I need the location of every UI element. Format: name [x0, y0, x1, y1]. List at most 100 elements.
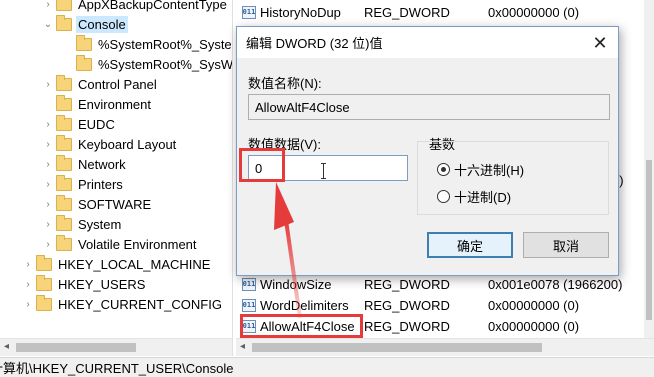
- tree-item-printers[interactable]: › Printers: [42, 174, 125, 194]
- tree-item-label: SOFTWARE: [78, 196, 152, 212]
- folder-icon: [56, 214, 72, 231]
- tree-item-hkey-users[interactable]: › HKEY_USERS: [22, 274, 147, 294]
- folder-icon: [56, 134, 72, 151]
- tree-item-label: Console: [76, 15, 128, 33]
- tree-item-label: Network: [78, 156, 126, 172]
- reg-binary-icon: 011: [242, 277, 256, 291]
- chevron-right-icon[interactable]: ›: [42, 74, 54, 94]
- folder-icon: [76, 54, 92, 71]
- scrollbar-thumb[interactable]: [252, 343, 542, 352]
- folder-icon: [76, 34, 92, 51]
- scroll-left-icon[interactable]: ◂: [240, 341, 245, 352]
- radio-selected-icon[interactable]: [437, 163, 450, 176]
- value-name: HistoryNoDup: [260, 4, 341, 20]
- tree-item-label: HKEY_USERS: [58, 276, 146, 292]
- value-name: WindowSize: [260, 276, 332, 292]
- chevron-right-icon[interactable]: ›: [42, 214, 54, 234]
- tree-item-label: HKEY_CURRENT_CONFIG: [58, 296, 222, 312]
- value-name-label: 数值名称(N):: [248, 76, 322, 91]
- tree-item-volatile-environment[interactable]: › Volatile Environment: [42, 234, 199, 254]
- chevron-right-icon[interactable]: ›: [42, 114, 54, 134]
- value-data: 0x00000000 (0): [488, 297, 580, 313]
- value-name: WordDelimiters: [260, 297, 349, 313]
- tree-item-label: EUDC: [78, 116, 115, 132]
- folder-icon: [56, 194, 72, 211]
- list-horizontal-scrollbar[interactable]: ◂: [236, 338, 654, 356]
- tree-item-label: HKEY_LOCAL_MACHINE: [58, 256, 211, 272]
- cancel-button[interactable]: 取消: [523, 232, 609, 258]
- chevron-down-icon[interactable]: ⌄: [42, 14, 54, 34]
- tree-item-label: %SystemRoot%_System: [98, 36, 232, 52]
- scrollbar-thumb[interactable]: [16, 343, 136, 352]
- radio-unselected-icon[interactable]: [437, 190, 450, 203]
- tree-horizontal-scrollbar[interactable]: ◂: [0, 338, 232, 356]
- tree-item-console[interactable]: ⌄ Console: [42, 14, 128, 34]
- tree-item-system[interactable]: › System: [42, 214, 123, 234]
- chevron-right-icon[interactable]: ›: [42, 174, 54, 194]
- value-row-windowsize[interactable]: 011 WindowSize REG_DWORD 0x001e0078 (1966…: [236, 274, 646, 294]
- chevron-right-icon[interactable]: ›: [42, 194, 54, 214]
- pane-splitter[interactable]: [232, 0, 233, 356]
- value-type: REG_DWORD: [364, 4, 450, 20]
- registry-tree: › AppXBackupContentType ⌄ Console %Syste…: [0, 0, 232, 338]
- folder-icon: [56, 154, 72, 171]
- status-path: 计算机\HKEY_CURRENT_USER\Console: [0, 361, 234, 376]
- tree-item-environment[interactable]: Environment: [42, 94, 153, 114]
- reg-binary-icon: 011: [242, 5, 256, 19]
- tree-item-label: AppXBackupContentType: [78, 0, 227, 12]
- value-name-text: AllowAltF4Close: [255, 99, 350, 115]
- folder-icon: [56, 74, 72, 91]
- folder-icon: [36, 274, 52, 291]
- highlight-value-data: [239, 148, 285, 182]
- tree-item-network[interactable]: › Network: [42, 154, 128, 174]
- tree-item-eudc[interactable]: › EUDC: [42, 114, 117, 134]
- list-vertical-scrollbar[interactable]: [644, 0, 654, 338]
- tree-item-keyboard-layout[interactable]: › Keyboard Layout: [42, 134, 178, 154]
- tree-item-software[interactable]: › SOFTWARE: [42, 194, 153, 214]
- chevron-right-icon[interactable]: ›: [42, 0, 54, 14]
- folder-icon: [56, 234, 72, 251]
- tree-item-label: %SystemRoot%_SysWC: [98, 56, 232, 72]
- folder-icon: [56, 14, 72, 31]
- tree-item-control-panel[interactable]: › Control Panel: [42, 74, 159, 94]
- radio-decimal[interactable]: 十进制(D): [437, 187, 511, 206]
- tree-item-systemroot-system[interactable]: %SystemRoot%_System: [62, 34, 232, 54]
- scrollbar-thumb[interactable]: [646, 160, 652, 320]
- value-row-worddelimiters[interactable]: 011 WordDelimiters REG_DWORD 0x00000000 (…: [236, 295, 646, 315]
- value-type: REG_DWORD: [364, 297, 450, 313]
- folder-icon: [56, 114, 72, 131]
- chevron-right-icon[interactable]: ›: [22, 294, 34, 314]
- tree-item-label: Environment: [78, 96, 151, 112]
- dialog-titlebar[interactable]: 编辑 DWORD (32 位)值 ✕: [237, 27, 618, 58]
- tree-item-appxbackupcontenttype[interactable]: › AppXBackupContentType: [42, 0, 229, 14]
- value-row-historynodup[interactable]: 011 HistoryNoDup REG_DWORD 0x00000000 (0): [236, 2, 646, 22]
- folder-icon: [56, 0, 72, 11]
- tree-item-hkey-current-config[interactable]: › HKEY_CURRENT_CONFIG: [22, 294, 224, 314]
- chevron-right-icon[interactable]: ›: [42, 234, 54, 254]
- folder-icon: [56, 174, 72, 191]
- value-type: REG_DWORD: [364, 276, 450, 292]
- folder-icon: [36, 254, 52, 271]
- folder-icon: [56, 94, 72, 111]
- chevron-right-icon[interactable]: ›: [22, 274, 34, 294]
- scroll-left-icon[interactable]: ◂: [4, 341, 9, 352]
- chevron-right-icon[interactable]: ›: [22, 254, 34, 274]
- chevron-right-icon[interactable]: ›: [42, 134, 54, 154]
- value-data: 0x00000000 (0): [488, 318, 580, 334]
- close-icon[interactable]: ✕: [588, 31, 612, 55]
- value-type: REG_DWORD: [364, 318, 450, 334]
- tree-item-systemroot-syswc[interactable]: %SystemRoot%_SysWC: [62, 54, 232, 74]
- chevron-right-icon[interactable]: ›: [42, 154, 54, 174]
- radio-label: 十六进制(H): [454, 163, 525, 178]
- radio-label: 十进制(D): [454, 190, 512, 205]
- radio-hexadecimal[interactable]: 十六进制(H): [437, 160, 524, 179]
- edit-dword-dialog: 编辑 DWORD (32 位)值 ✕ 数值名称(N): AllowAltF4Cl…: [236, 26, 619, 276]
- ok-button[interactable]: 确定: [427, 232, 513, 258]
- tree-item-label: Printers: [78, 176, 123, 192]
- tree-item-label: Control Panel: [78, 76, 157, 92]
- text-cursor-icon: [321, 163, 326, 179]
- value-name-field: AllowAltF4Close: [248, 94, 610, 120]
- reg-binary-icon: 011: [242, 298, 256, 312]
- tree-item-hkey-local-machine[interactable]: › HKEY_LOCAL_MACHINE: [22, 254, 212, 274]
